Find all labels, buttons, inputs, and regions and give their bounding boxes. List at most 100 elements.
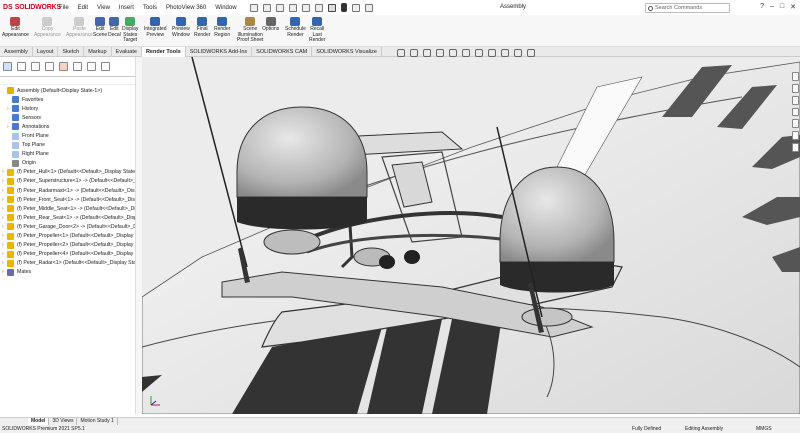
ribbon-button-schedule-render[interactable]: Schedule Render bbox=[285, 17, 306, 38]
menu-photoview[interactable]: PhotoView 360 bbox=[166, 5, 206, 11]
tab-solidworks-cam[interactable]: SOLIDWORKS CAM bbox=[252, 47, 313, 57]
tree-node[interactable]: › (f) Peter_Superstructure<1> -> (Default… bbox=[0, 177, 140, 186]
tree-node[interactable]: Favorites bbox=[0, 95, 140, 104]
search-commands[interactable]: Search Commands bbox=[645, 3, 730, 13]
ribbon-button-scene-illumination-proof-sheet[interactable]: Scene Illumination Proof Sheet bbox=[237, 17, 263, 44]
ribbon-button-paste-appearance[interactable]: Paste Appearance bbox=[66, 17, 93, 38]
tab-3d-views[interactable]: 3D Views bbox=[49, 418, 78, 425]
ribbon-button-recall-last-render[interactable]: Recall Last Render bbox=[309, 17, 325, 44]
ribbon-button-preview-window[interactable]: Preview Window bbox=[172, 17, 190, 38]
ribbon-button-integrated-preview[interactable]: Integrated Preview bbox=[144, 17, 167, 38]
home-icon[interactable] bbox=[249, 3, 258, 12]
menu-window[interactable]: Window bbox=[215, 5, 236, 11]
tab-render-tools[interactable]: Render Tools bbox=[141, 47, 186, 57]
tab-solidworks-add-ins[interactable]: SOLIDWORKS Add-Ins bbox=[186, 47, 253, 57]
cam-tool-icon[interactable] bbox=[101, 62, 110, 71]
ribbon-button-edit-appearance[interactable]: Edit Appearance bbox=[2, 17, 29, 38]
menu-view[interactable]: View bbox=[97, 5, 110, 11]
tree-node[interactable]: › Mates bbox=[0, 268, 140, 277]
menu-file[interactable]: File bbox=[59, 5, 69, 11]
tab-evaluate[interactable]: Evaluate bbox=[112, 47, 142, 57]
feature-manager-icon[interactable] bbox=[3, 62, 12, 71]
tree-node[interactable]: › (f) Peter_Garage_Door<2> -> (Default<<D… bbox=[0, 222, 140, 231]
ribbon-button-render-region[interactable]: Render Region bbox=[214, 17, 230, 38]
apply-scene-icon[interactable] bbox=[501, 49, 509, 57]
zoom-to-area-icon[interactable] bbox=[410, 49, 418, 57]
section-view-icon[interactable] bbox=[436, 49, 444, 57]
dimxpert-icon[interactable] bbox=[45, 62, 54, 71]
save-icon[interactable] bbox=[288, 3, 297, 12]
custom-properties-icon[interactable] bbox=[792, 131, 799, 141]
solidworks-forum-icon[interactable] bbox=[792, 143, 799, 153]
menu-tools[interactable]: Tools bbox=[143, 5, 157, 11]
rebuild-traffic-light-icon[interactable] bbox=[340, 3, 347, 12]
tab-model[interactable]: Model bbox=[28, 418, 50, 425]
tab-markup[interactable]: Markup bbox=[84, 47, 112, 57]
tree-node[interactable]: Sensors bbox=[0, 113, 140, 122]
tree-node[interactable]: › (f) Peter_Propeller<1> (Default<<Defaul… bbox=[0, 232, 140, 241]
tree-node[interactable]: Right Plane bbox=[0, 150, 140, 159]
ribbon-button-edit-scene[interactable]: Edit Scene bbox=[93, 17, 107, 38]
zoom-to-fit-icon[interactable] bbox=[397, 49, 405, 57]
restore-icon[interactable]: □ bbox=[780, 3, 784, 11]
tab-sketch[interactable]: Sketch bbox=[58, 47, 85, 57]
tab-layout[interactable]: Layout bbox=[33, 47, 59, 57]
tab-assembly[interactable]: Assembly bbox=[0, 47, 33, 57]
tree-node[interactable]: Top Plane bbox=[0, 141, 140, 150]
tree-node[interactable]: › (f) Peter_Radarmast<1> -> (Default<<Def… bbox=[0, 186, 140, 195]
view-settings-icon[interactable] bbox=[514, 49, 522, 57]
monitor-icon[interactable] bbox=[527, 49, 535, 57]
tree-node[interactable]: › History bbox=[0, 104, 140, 113]
menu-edit[interactable]: Edit bbox=[78, 5, 88, 11]
ribbon-button-edit-decal[interactable]: Edit Decal bbox=[108, 17, 121, 38]
display-style-icon[interactable] bbox=[462, 49, 470, 57]
tree-node[interactable]: Front Plane bbox=[0, 131, 140, 140]
file-explorer-icon[interactable] bbox=[792, 95, 799, 105]
graphics-area[interactable] bbox=[142, 57, 800, 414]
close-icon[interactable]: ✕ bbox=[790, 3, 796, 11]
configuration-manager-icon[interactable] bbox=[31, 62, 40, 71]
design-library-icon[interactable] bbox=[792, 83, 799, 93]
cam-operation-icon[interactable] bbox=[87, 62, 96, 71]
ribbon-button-copy-appearance[interactable]: Copy Appearance bbox=[34, 17, 61, 38]
cam-feature-icon[interactable] bbox=[73, 62, 82, 71]
minimize-icon[interactable]: – bbox=[770, 3, 774, 11]
tree-node[interactable]: › (f) Peter_Middle_Seat<1> -> (Default<<D… bbox=[0, 204, 140, 213]
tree-root-assembly[interactable]: Assembly (Default<Display State-1>) bbox=[0, 86, 140, 95]
view-orientation-icon[interactable] bbox=[449, 49, 457, 57]
appearances-icon[interactable] bbox=[792, 119, 799, 129]
ribbon-button-final-render[interactable]: Final Render bbox=[194, 17, 210, 38]
tab-solidworks-visualize[interactable]: SOLIDWORKS Visualize bbox=[312, 47, 382, 57]
file-properties-icon[interactable] bbox=[351, 3, 360, 12]
hide-show-items-icon[interactable] bbox=[475, 49, 483, 57]
solidworks-resources-icon[interactable] bbox=[792, 72, 799, 81]
help-icon[interactable]: ? bbox=[760, 3, 764, 11]
property-manager-icon[interactable] bbox=[17, 62, 26, 71]
tree-node[interactable]: › (f) Peter_Propeller<2> (Default<<Defaul… bbox=[0, 241, 140, 250]
undo-icon[interactable] bbox=[314, 3, 323, 12]
tree-node[interactable]: › (f) Peter_Front_Seat<1> -> (Default<<De… bbox=[0, 195, 140, 204]
tree-node[interactable]: › (f) Peter_Propeller<4> (Default<<Defaul… bbox=[0, 250, 140, 259]
solidworks-logo[interactable]: DS SOLIDWORKS bbox=[3, 4, 61, 11]
ribbon-button-display-states-target[interactable]: Display States Target bbox=[122, 17, 138, 44]
print-icon[interactable] bbox=[301, 3, 310, 12]
tree-node[interactable]: › Annotations bbox=[0, 122, 140, 131]
display-manager-icon[interactable] bbox=[59, 62, 68, 71]
tree-filter[interactable] bbox=[0, 77, 140, 85]
ribbon-button-options[interactable]: Options bbox=[262, 17, 279, 33]
open-icon[interactable] bbox=[275, 3, 284, 12]
edit-appearance-icon[interactable] bbox=[488, 49, 496, 57]
previous-view-icon[interactable] bbox=[423, 49, 431, 57]
view-palette-icon[interactable] bbox=[792, 107, 799, 117]
new-icon[interactable] bbox=[262, 3, 271, 12]
tree-node[interactable]: › (f) Peter_Rear_Seat<1> -> (Default<<Def… bbox=[0, 213, 140, 222]
menu-insert[interactable]: Insert bbox=[119, 5, 134, 11]
tree-node[interactable]: Origin bbox=[0, 159, 140, 168]
tab-motion-study[interactable]: Motion Study 1 bbox=[77, 418, 118, 425]
tree-node[interactable]: › (f) Peter_Hull<1> (Default<<Default>_Di… bbox=[0, 168, 140, 177]
options-gear-icon[interactable] bbox=[364, 3, 373, 12]
panel-splitter[interactable] bbox=[135, 57, 142, 414]
units-selector[interactable]: MMGS bbox=[756, 425, 772, 433]
select-pointer-icon[interactable] bbox=[327, 3, 336, 12]
tree-node[interactable]: › (f) Peter_Radar<1> (Default<<Default>_D… bbox=[0, 259, 140, 268]
